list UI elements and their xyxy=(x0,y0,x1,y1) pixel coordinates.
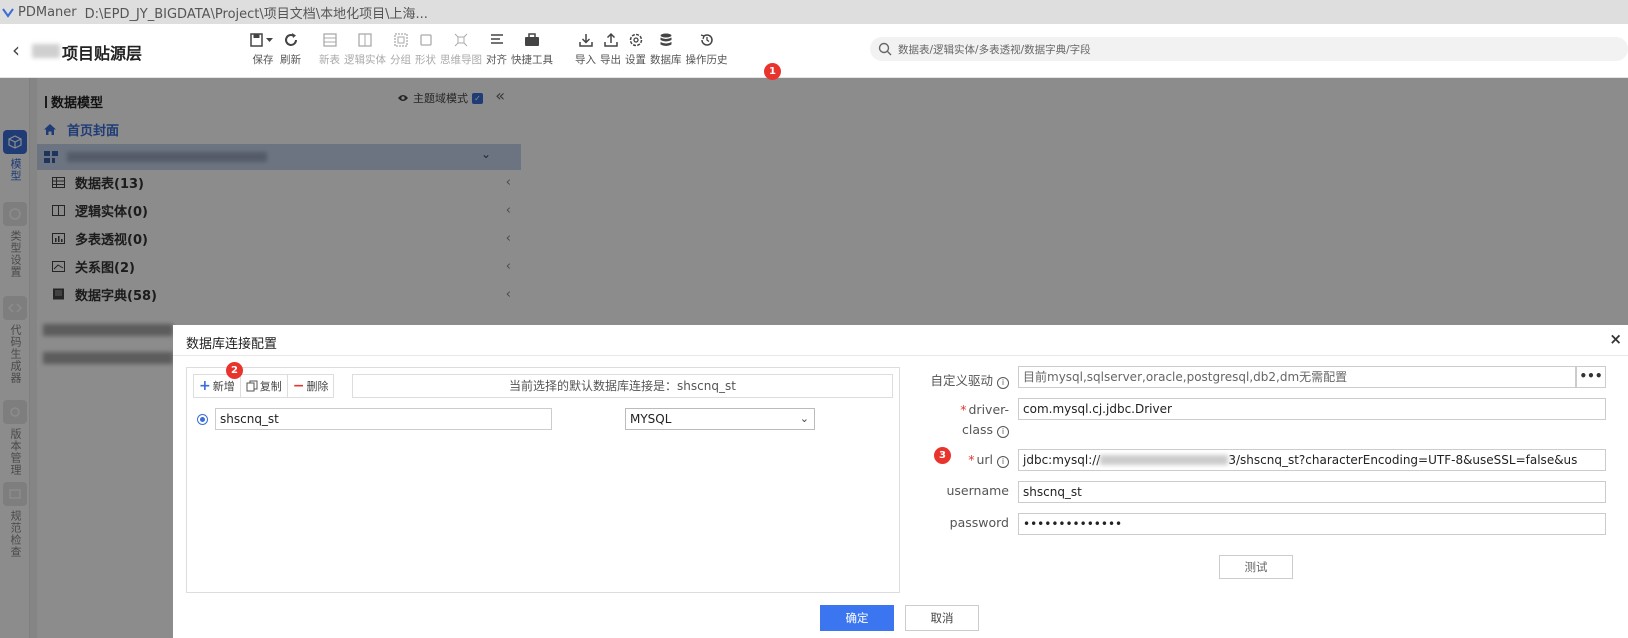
copy-icon xyxy=(246,380,258,392)
custom-driver-input[interactable]: 目前mysql,sqlserver,oracle,postgresql,db2,… xyxy=(1018,366,1576,388)
driver-class-label: * driver-class i xyxy=(960,402,1009,438)
db-connection-dialog: 数据库连接配置 × + 新增 复制 − 删除 当前选择的默认数据库连接是：shscn… xyxy=(173,325,1628,638)
username-label: username xyxy=(946,483,1010,498)
username-input[interactable]: shscnq_st xyxy=(1018,481,1606,503)
refresh-button[interactable]: 刷新 xyxy=(280,30,301,74)
new-table-button[interactable]: 新表 xyxy=(319,30,340,74)
password-input[interactable]: •••••••••••••• xyxy=(1018,513,1606,535)
driver-class-input[interactable]: com.mysql.cj.jdbc.Driver xyxy=(1018,398,1606,420)
annotation-badge-1: 1 xyxy=(764,63,781,80)
shape-button[interactable]: 形状 xyxy=(415,30,436,74)
minus-icon: − xyxy=(292,378,305,394)
default-connection-radio[interactable] xyxy=(197,414,208,425)
settings-button[interactable]: 设置 xyxy=(625,30,646,74)
password-label: password xyxy=(949,515,1009,530)
connection-name-input[interactable]: shscnq_st xyxy=(215,408,552,430)
align-button[interactable]: 对齐 xyxy=(486,30,507,74)
delete-connection-button[interactable]: − 删除 xyxy=(288,375,334,397)
refresh-icon xyxy=(283,30,299,50)
toolbox-icon xyxy=(524,30,540,50)
database-button[interactable]: 数据库 xyxy=(650,30,682,74)
shape-icon xyxy=(418,30,434,50)
main-header: ‹ 项目贴源层 保存 刷新 新表 逻辑实体 分组 形状 思维导图 对齐 快捷工具… xyxy=(0,24,1628,78)
mindmap-button[interactable]: 思维导图 xyxy=(440,30,482,74)
copy-connection-button[interactable]: 复制 xyxy=(241,375,288,397)
save-icon xyxy=(250,30,276,50)
mindmap-icon xyxy=(453,30,469,50)
plus-icon: + xyxy=(199,378,211,394)
toolbar: 保存 刷新 新表 逻辑实体 分组 形状 思维导图 对齐 快捷工具 导入 导出 设… xyxy=(250,30,732,74)
import-button[interactable]: 导入 xyxy=(575,30,596,74)
history-icon xyxy=(699,30,715,50)
gear-icon xyxy=(628,30,644,50)
title-bar: PDManer D:\EPD_JY_BIGDATA\Project\项目文档\本… xyxy=(0,0,1628,24)
db-type-select[interactable]: MYSQL ⌄ xyxy=(625,408,815,430)
blurred-project-prefix xyxy=(32,44,60,58)
project-title: 项目贴源层 xyxy=(62,44,143,63)
annotation-badge-2: 2 xyxy=(226,362,243,379)
info-icon[interactable]: i xyxy=(997,377,1009,389)
info-icon[interactable]: i xyxy=(997,426,1009,438)
group-button[interactable]: 分组 xyxy=(390,30,411,74)
cancel-button[interactable]: 取消 xyxy=(905,605,979,631)
chevron-down-icon: ⌄ xyxy=(799,412,809,425)
app-logo-icon xyxy=(2,8,14,18)
custom-driver-label: 自定义驱动 i xyxy=(885,370,1009,389)
blurred-host xyxy=(1100,455,1229,465)
dialog-title: 数据库连接配置 xyxy=(186,337,278,352)
url-label: * url i xyxy=(885,452,1009,468)
group-icon xyxy=(393,30,409,50)
search-input[interactable]: 数据表/逻辑实体/多表透视/数据字典/字段 xyxy=(870,37,1628,61)
toolbox-button[interactable]: 快捷工具 xyxy=(511,30,553,74)
confirm-button[interactable]: 确定 xyxy=(820,605,894,631)
import-icon xyxy=(578,30,594,50)
logic-entity-button[interactable]: 逻辑实体 xyxy=(344,30,386,74)
info-icon[interactable]: i xyxy=(997,456,1009,468)
app-name: PDManer xyxy=(18,4,77,20)
new-table-icon xyxy=(322,30,338,50)
connection-actions: + 新增 复制 − 删除 xyxy=(193,374,335,398)
history-button[interactable]: 操作历史 xyxy=(686,30,728,74)
test-connection-button[interactable]: 测试 xyxy=(1219,555,1293,579)
database-icon xyxy=(658,30,674,50)
align-icon xyxy=(489,30,505,50)
logic-entity-icon xyxy=(357,30,373,50)
export-button[interactable]: 导出 xyxy=(600,30,621,74)
divider xyxy=(173,355,1628,356)
default-connection-note: 当前选择的默认数据库连接是：shscnq_st xyxy=(352,374,893,398)
save-button[interactable]: 保存 xyxy=(250,30,276,74)
back-icon[interactable]: ‹ xyxy=(12,38,20,62)
close-icon[interactable]: × xyxy=(1609,330,1622,348)
file-path: D:\EPD_JY_BIGDATA\Project\项目文档\本地化项目\上海.… xyxy=(84,6,428,22)
more-button[interactable]: ••• xyxy=(1576,366,1606,388)
connection-list-panel: + 新增 复制 − 删除 当前选择的默认数据库连接是：shscnq_st shscn… xyxy=(186,367,900,593)
search-icon xyxy=(878,42,892,56)
export-icon xyxy=(603,30,619,50)
search-placeholder: 数据表/逻辑实体/多表透视/数据字典/字段 xyxy=(898,43,1091,56)
url-input[interactable]: jdbc:mysql://3/shscnq_st?characterEncodi… xyxy=(1018,449,1606,471)
